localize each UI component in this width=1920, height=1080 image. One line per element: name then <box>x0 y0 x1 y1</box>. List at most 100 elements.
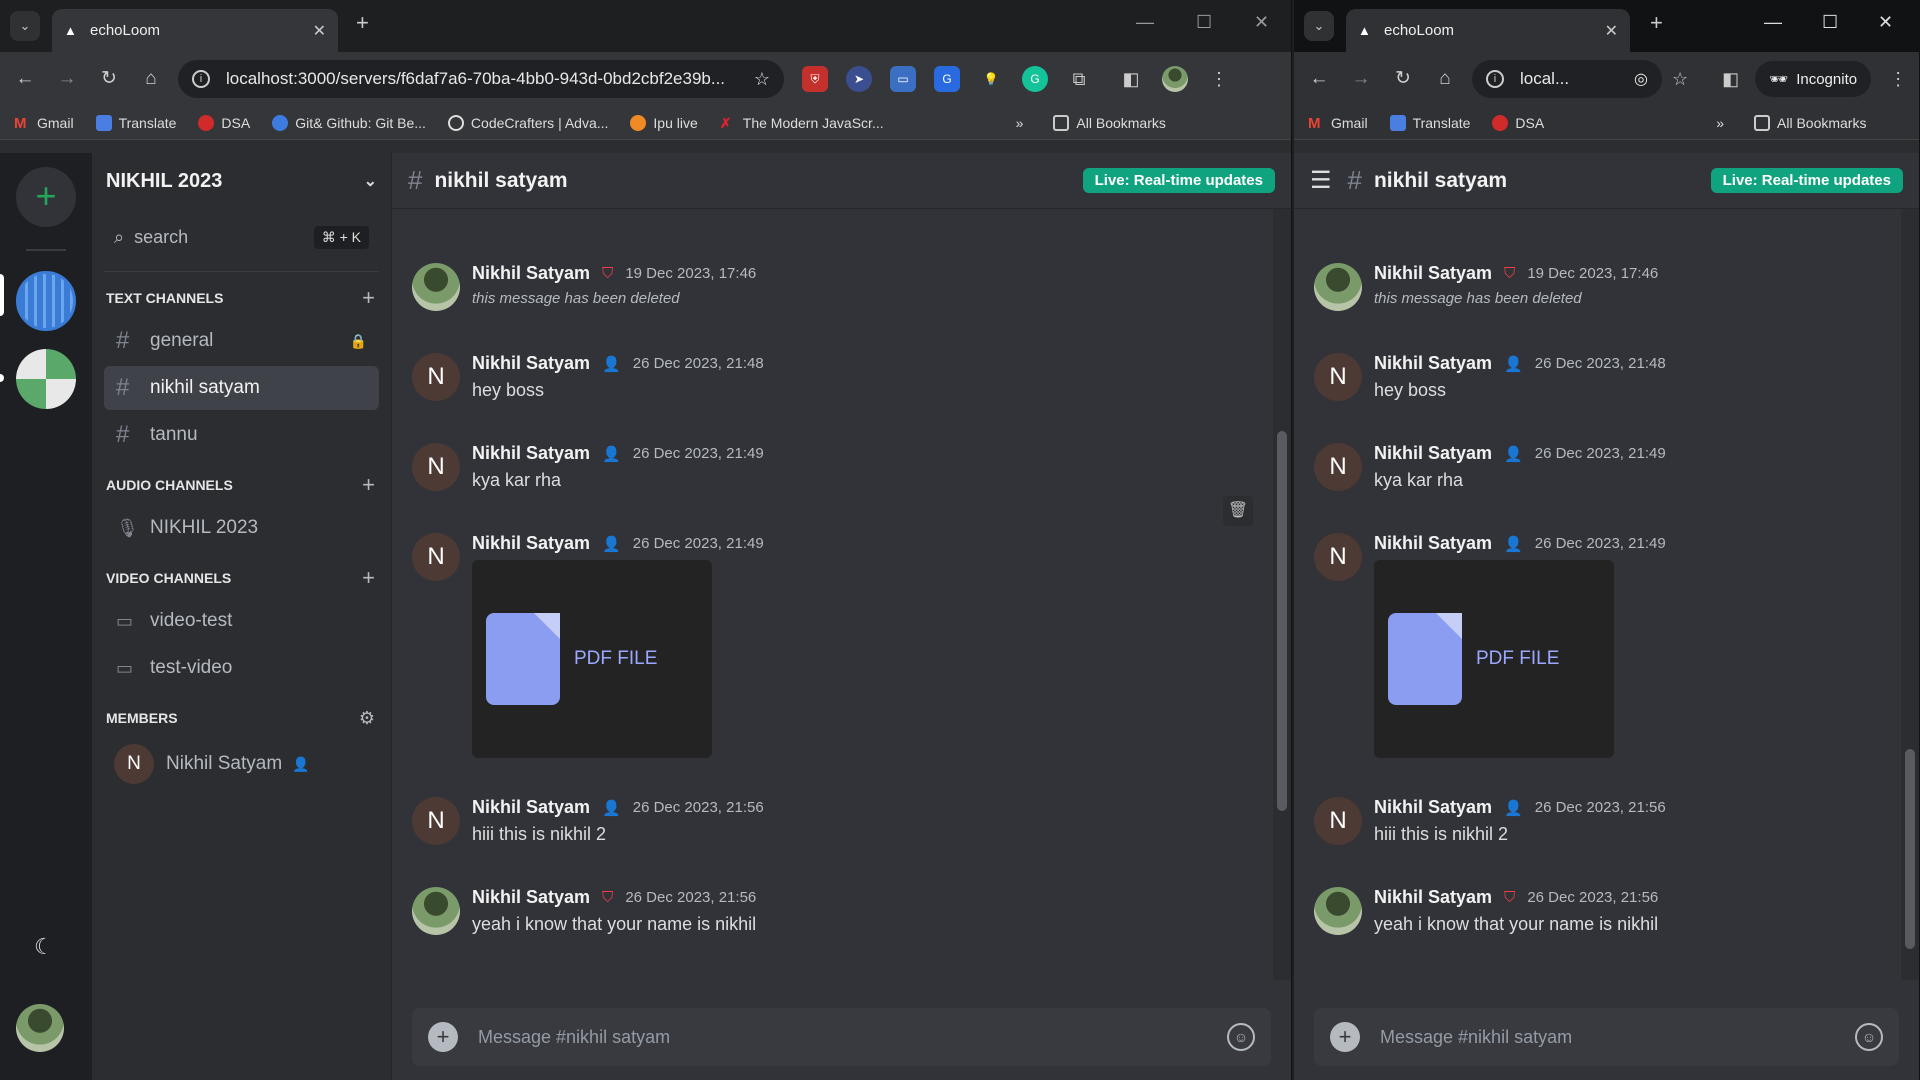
home-icon[interactable]: ⌂ <box>134 62 168 96</box>
message-item[interactable]: N Nikhil Satyam 👤 26 Dec 2023, 21:48 hey bos… <box>1314 353 1881 401</box>
emoji-icon[interactable]: ☺ <box>1227 1023 1255 1051</box>
channel-tannu[interactable]: # tannu <box>104 413 379 457</box>
chevron-down-icon[interactable]: ⌄ <box>364 171 377 191</box>
message-composer[interactable]: + Message #nikhil satyam ☺ <box>1314 1008 1899 1066</box>
author-name[interactable]: Nikhil Satyam <box>472 887 590 908</box>
bookmark-gmail[interactable]: M Gmail <box>14 115 74 132</box>
bookmark-translate[interactable]: Translate <box>1389 114 1470 131</box>
author-name[interactable]: Nikhil Satyam <box>1374 353 1492 374</box>
author-name[interactable]: Nikhil Satyam <box>1374 797 1492 818</box>
scrollbar-thumb[interactable] <box>1277 431 1287 811</box>
tab-search-button[interactable]: ⌄ <box>1304 11 1334 41</box>
server-icon-nikhil-2023[interactable] <box>16 271 76 331</box>
site-info-icon[interactable]: i <box>192 70 210 88</box>
new-tab-button[interactable]: + <box>356 10 369 36</box>
pdf-attachment[interactable]: PDF FILE <box>1374 560 1614 758</box>
profile-avatar[interactable] <box>1162 66 1188 92</box>
author-name[interactable]: Nikhil Satyam <box>472 797 590 818</box>
close-window-button[interactable]: ✕ <box>1254 12 1269 33</box>
new-tab-button[interactable]: + <box>1650 10 1663 36</box>
author-name[interactable]: Nikhil Satyam <box>1374 533 1492 554</box>
reload-icon[interactable]: ↻ <box>1386 62 1420 96</box>
channel-general[interactable]: # general 🔒 <box>104 319 379 363</box>
bookmark-star-icon[interactable]: ☆ <box>1672 69 1688 90</box>
author-name[interactable]: Nikhil Satyam <box>1374 263 1492 284</box>
extension-cursor-icon[interactable]: ➤ <box>846 66 872 92</box>
message-item[interactable]: N Nikhil Satyam 👤 26 Dec 2023, 21:49 kya kar… <box>1314 443 1881 491</box>
message-item[interactable]: N Nikhil Satyam 👤 26 Dec 2023, 21:49 PDF FIL… <box>1314 533 1881 758</box>
side-panel-icon[interactable]: ◧ <box>1722 69 1739 90</box>
search-button[interactable]: ⌕ search ⌘ + K <box>104 217 379 257</box>
extension-bulb-icon[interactable]: 💡 <box>978 66 1004 92</box>
incognito-badge[interactable]: 🕶 Incognito <box>1755 61 1872 97</box>
author-name[interactable]: Nikhil Satyam <box>472 353 590 374</box>
message-composer[interactable]: + Message #nikhil satyam ☺ <box>412 1008 1271 1066</box>
pdf-attachment[interactable]: PDF FILE <box>472 560 712 758</box>
forward-icon[interactable]: → <box>1344 62 1378 96</box>
manage-members-gear-icon[interactable]: ⚙ <box>359 708 375 729</box>
all-bookmarks-folder[interactable]: All Bookmarks <box>1053 114 1166 131</box>
bookmark-translate[interactable]: Translate <box>95 114 176 131</box>
bookmark-git[interactable]: Git& Github: Git Be... <box>272 114 426 131</box>
theme-toggle-moon-icon[interactable]: ☾ <box>34 934 54 960</box>
server-icon-2[interactable] <box>16 349 76 409</box>
channel-audio-nikhil-2023[interactable]: 🎙 NIKHIL 2023 <box>104 506 379 550</box>
menu-icon[interactable]: ⋮ <box>1206 66 1232 92</box>
delete-message-trash-icon[interactable]: 🗑 <box>1223 496 1253 526</box>
bookmark-star-icon[interactable]: ☆ <box>754 69 770 90</box>
attach-plus-icon[interactable]: + <box>1330 1022 1360 1052</box>
extension-translate-icon[interactable]: G <box>934 66 960 92</box>
back-icon[interactable]: ← <box>8 62 42 96</box>
maximize-button[interactable]: ☐ <box>1196 12 1212 33</box>
add-audio-channel-icon[interactable]: + <box>362 472 375 498</box>
more-bookmarks-icon[interactable]: » <box>1716 115 1724 131</box>
scrollbar[interactable] <box>1273 209 1291 980</box>
message-item[interactable]: N Nikhil Satyam 👤 26 Dec 2023, 21:48 hey bos… <box>412 353 1253 401</box>
address-bar[interactable]: i localhost:3000/servers/f6daf7a6-70ba-4… <box>178 60 784 98</box>
minimize-button[interactable]: — <box>1764 12 1782 33</box>
add-video-channel-icon[interactable]: + <box>362 565 375 591</box>
menu-icon[interactable]: ⋮ <box>1889 69 1907 90</box>
bookmark-codecrafters[interactable]: CodeCrafters | Adva... <box>447 114 608 131</box>
add-server-button[interactable]: + <box>16 167 76 227</box>
hamburger-menu-icon[interactable]: ☰ <box>1310 166 1332 195</box>
channel-test-video[interactable]: ▭ test-video <box>104 646 379 690</box>
author-name[interactable]: Nikhil Satyam <box>1374 443 1492 464</box>
server-header[interactable]: NIKHIL 2023 ⌄ <box>92 153 391 209</box>
tab-close-icon[interactable]: ✕ <box>1605 21 1618 41</box>
maximize-button[interactable]: ☐ <box>1822 12 1838 33</box>
home-icon[interactable]: ⌂ <box>1428 62 1462 96</box>
author-name[interactable]: Nikhil Satyam <box>472 443 590 464</box>
message-item[interactable]: Nikhil Satyam ⛉ 26 Dec 2023, 21:56 yeah i k… <box>412 887 1253 935</box>
message-item[interactable]: Nikhil Satyam ⛉ 19 Dec 2023, 17:46 this mes… <box>1314 263 1881 311</box>
browser-tab[interactable]: ▲ echoLoom ✕ <box>1346 9 1630 52</box>
bookmark-javascript[interactable]: ✗ The Modern JavaScr... <box>720 115 884 131</box>
tab-close-icon[interactable]: ✕ <box>313 21 326 41</box>
user-avatar[interactable] <box>16 1004 64 1052</box>
tab-search-button[interactable]: ⌄ <box>10 11 40 41</box>
browser-tab[interactable]: ▲ echoLoom ✕ <box>52 9 338 52</box>
more-bookmarks-icon[interactable]: » <box>1016 115 1024 131</box>
message-item[interactable]: N Nikhil Satyam 👤 26 Dec 2023, 21:49 kya kar… <box>412 443 1253 491</box>
emoji-icon[interactable]: ☺ <box>1855 1023 1883 1051</box>
author-name[interactable]: Nikhil Satyam <box>472 263 590 284</box>
member-item[interactable]: N Nikhil Satyam 👤 <box>114 744 391 784</box>
tracking-protection-icon[interactable]: ◎ <box>1634 69 1648 89</box>
extension-window-icon[interactable]: ▭ <box>890 66 916 92</box>
address-bar[interactable]: i local... ◎ <box>1472 60 1662 98</box>
attach-plus-icon[interactable]: + <box>428 1022 458 1052</box>
bookmark-gmail[interactable]: M Gmail <box>1308 115 1368 132</box>
author-name[interactable]: Nikhil Satyam <box>1374 887 1492 908</box>
bookmark-dsa[interactable]: DSA <box>1492 114 1544 131</box>
channel-video-test[interactable]: ▭ video-test <box>104 599 379 643</box>
add-text-channel-icon[interactable]: + <box>362 285 375 311</box>
bookmark-dsa[interactable]: DSA <box>198 114 250 131</box>
message-item[interactable]: N Nikhil Satyam 👤 26 Dec 2023, 21:49 PDF FIL… <box>412 533 1253 758</box>
message-item[interactable]: Nikhil Satyam ⛉ 26 Dec 2023, 21:56 yeah i k… <box>1314 887 1881 935</box>
extensions-puzzle-icon[interactable]: ⧉ <box>1066 66 1092 92</box>
close-window-button[interactable]: ✕ <box>1878 12 1893 33</box>
channel-nikhil-satyam[interactable]: # nikhil satyam <box>104 366 379 410</box>
extension-grammarly-icon[interactable]: G <box>1022 66 1048 92</box>
scrollbar-thumb[interactable] <box>1905 749 1915 949</box>
minimize-button[interactable]: — <box>1136 12 1154 33</box>
